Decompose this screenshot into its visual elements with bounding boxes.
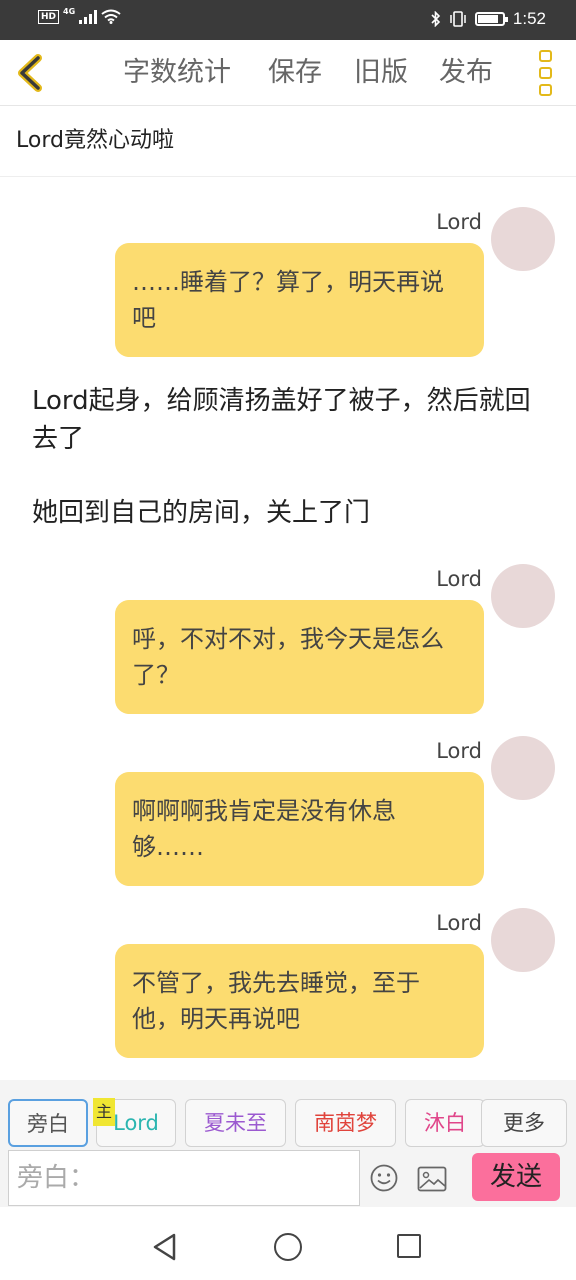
- back-triangle-icon[interactable]: [152, 1233, 178, 1261]
- network-type: 4G: [63, 7, 76, 16]
- speaker-name: Lord: [436, 911, 482, 935]
- status-bar: HD 4G 1:52: [0, 0, 576, 40]
- role-mubai-button[interactable]: 沐白: [405, 1099, 485, 1147]
- dialogue-bubble[interactable]: 不管了，我先去睡觉，至于他，明天再说吧: [115, 944, 484, 1058]
- signal-icon: [79, 9, 98, 24]
- divider: [0, 176, 576, 177]
- role-nanyinmeng-button[interactable]: 南茵梦: [295, 1099, 396, 1147]
- chevron-left-icon[interactable]: [12, 52, 52, 94]
- more-vertical-icon[interactable]: [534, 50, 556, 96]
- speaker-name: Lord: [436, 567, 482, 591]
- status-left: HD 4G: [38, 7, 121, 24]
- dialogue-bubble[interactable]: ……睡着了？算了，明天再说吧: [115, 243, 484, 357]
- narration-text[interactable]: Lord起身，给顾清扬盖好了被子，然后就回去了: [32, 382, 542, 458]
- wifi-icon: [101, 9, 121, 24]
- system-nav-bar: [0, 1207, 576, 1280]
- more-roles-button[interactable]: 更多: [481, 1099, 567, 1147]
- old-version-button[interactable]: 旧版: [354, 55, 408, 91]
- recent-square-icon[interactable]: [397, 1234, 421, 1258]
- avatar[interactable]: [491, 564, 555, 628]
- chapter-title[interactable]: Lord竟然心动啦: [16, 126, 174, 156]
- dialogue-bubble[interactable]: 呼，不对不对，我今天是怎么了？: [115, 600, 484, 714]
- narration-text[interactable]: 她回到自己的房间，关上了门: [32, 494, 542, 532]
- avatar[interactable]: [491, 207, 555, 271]
- image-icon[interactable]: [417, 1166, 447, 1192]
- avatar[interactable]: [491, 908, 555, 972]
- save-button[interactable]: 保存: [268, 55, 322, 91]
- role-xiaweizhi-button[interactable]: 夏未至: [185, 1099, 286, 1147]
- home-circle-icon[interactable]: [274, 1233, 302, 1261]
- top-toolbar: 字数统计 保存 旧版 发布: [0, 40, 576, 106]
- hd-badge: HD: [38, 9, 60, 24]
- speaker-name: Lord: [436, 739, 482, 763]
- clock: 1:52: [512, 9, 546, 28]
- avatar[interactable]: [491, 736, 555, 800]
- battery-icon: [474, 12, 508, 26]
- publish-button[interactable]: 发布: [439, 55, 493, 91]
- message-input[interactable]: 旁白：: [8, 1150, 360, 1206]
- bluetooth-icon: [431, 11, 441, 27]
- send-button[interactable]: 发送: [472, 1153, 560, 1201]
- protagonist-badge: 主: [93, 1098, 115, 1126]
- smiley-icon[interactable]: [370, 1164, 398, 1192]
- speaker-name: Lord: [436, 210, 482, 234]
- word-count-button[interactable]: 字数统计: [123, 55, 231, 91]
- vibrate-icon: [450, 11, 466, 27]
- dialogue-bubble[interactable]: 啊啊啊我肯定是没有休息够……: [115, 772, 484, 886]
- role-narrator-button[interactable]: 旁白: [8, 1099, 88, 1147]
- status-right: 1:52: [431, 9, 546, 29]
